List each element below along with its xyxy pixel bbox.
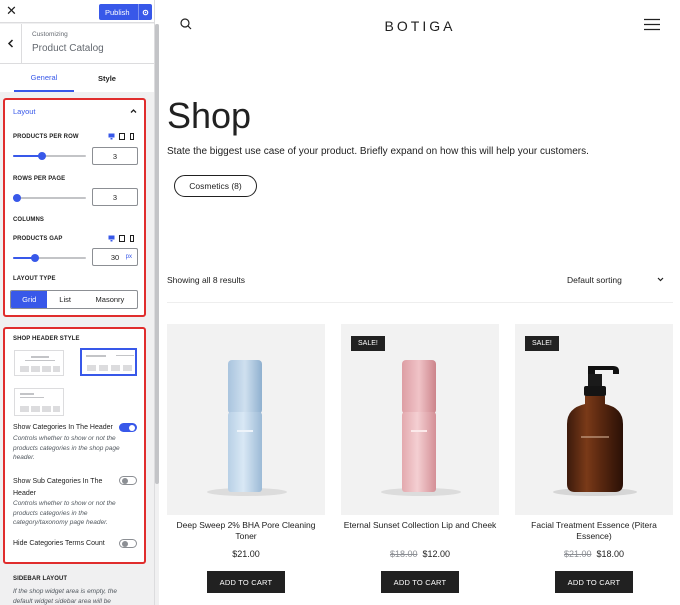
slider-thumb[interactable]: [30, 254, 39, 262]
shop-header-style-label: SHOP HEADER STYLE: [13, 336, 80, 342]
tablet-icon[interactable]: [118, 234, 125, 242]
products-per-row-input[interactable]: 3: [92, 147, 138, 165]
search-icon[interactable]: [180, 18, 192, 30]
customizer-sidebar: ✕ Publish Customizing Product Catalog Ge…: [0, 0, 155, 605]
back-button[interactable]: [0, 24, 22, 63]
chevron-up-icon[interactable]: [130, 108, 137, 114]
header-style-option-3[interactable]: [14, 388, 64, 416]
product-name[interactable]: Facial Treatment Essence (Pitera Essence…: [515, 520, 673, 542]
old-price: $21.00: [563, 549, 592, 559]
layout-type-label: LAYOUT TYPE: [13, 276, 56, 282]
current-price: $12.00: [422, 549, 451, 559]
pump-bottle-image: [553, 366, 637, 496]
header-style-option-1[interactable]: [14, 350, 64, 376]
results-count: Showing all 8 results: [167, 275, 245, 285]
columns-label: COLUMNS: [13, 217, 45, 223]
tab-general[interactable]: General: [14, 64, 74, 92]
publish-button[interactable]: Publish: [99, 4, 152, 20]
old-price: $18.00: [389, 549, 418, 559]
chevron-left-icon: [7, 39, 14, 48]
show-categories-label: Show Categories In The Header: [13, 424, 113, 431]
site-logo[interactable]: BOTIGA: [360, 18, 480, 34]
slider-thumb[interactable]: [12, 194, 21, 202]
rows-per-page-slider[interactable]: [12, 194, 86, 202]
tab-style[interactable]: Style: [80, 64, 134, 92]
device-switcher: [108, 234, 135, 242]
divider: [167, 302, 673, 303]
product-image[interactable]: [167, 324, 325, 515]
section-title: Product Catalog: [32, 43, 104, 54]
lip-cheek-bottle-image: [381, 360, 461, 496]
sorting-select[interactable]: Default sorting: [567, 275, 622, 285]
product-name[interactable]: Deep Sweep 2% BHA Pore Cleaning Toner: [167, 520, 325, 542]
product-price: $18.00 $12.00: [341, 549, 499, 559]
customizer-tabs: General Style: [0, 64, 154, 92]
layout-panel-highlight: [3, 98, 146, 317]
customizer-topbar: ✕ Publish: [0, 0, 154, 23]
show-sub-categories-toggle[interactable]: [119, 476, 137, 485]
rows-per-page-input[interactable]: 3: [92, 188, 138, 206]
product-price: $21.00 $18.00: [515, 549, 673, 559]
customizing-label: Customizing: [32, 31, 68, 38]
sidebar-layout-label: SIDEBAR LAYOUT: [13, 576, 68, 582]
page-description: State the biggest use case of your produ…: [167, 146, 589, 157]
sale-badge: SALE!: [525, 336, 559, 351]
layout-option-list[interactable]: List: [47, 291, 82, 308]
chevron-down-icon[interactable]: [657, 277, 664, 282]
layout-option-grid[interactable]: Grid: [11, 291, 48, 308]
desktop-icon[interactable]: [108, 234, 115, 242]
category-pill[interactable]: Cosmetics (8): [174, 175, 257, 197]
close-icon[interactable]: ✕: [6, 3, 17, 19]
toner-bottle-image: [207, 360, 287, 496]
desktop-icon[interactable]: [108, 132, 115, 140]
layout-option-masonry[interactable]: Masonry: [83, 291, 137, 308]
products-gap-input[interactable]: 30 px: [92, 248, 138, 266]
sale-badge: SALE!: [351, 336, 385, 351]
publish-label: Publish: [105, 7, 130, 17]
product-price: $21.00: [167, 549, 325, 559]
mobile-icon[interactable]: [128, 234, 135, 242]
unit-label[interactable]: px: [126, 254, 132, 260]
mobile-icon[interactable]: [128, 132, 135, 140]
show-categories-toggle[interactable]: [119, 423, 137, 432]
hide-terms-count-label: Hide Categories Terms Count: [13, 540, 105, 547]
page-title: Shop: [167, 95, 252, 136]
current-price: $21.00: [232, 549, 260, 559]
add-to-cart-button[interactable]: ADD TO CART: [207, 571, 285, 593]
products-per-row-label: PRODUCTS PER ROW: [13, 134, 79, 140]
hide-terms-count-toggle[interactable]: [119, 539, 137, 548]
hamburger-menu-icon[interactable]: [644, 18, 660, 31]
products-gap-value: 30: [110, 252, 120, 262]
layout-heading[interactable]: Layout: [13, 107, 36, 116]
header-style-option-2[interactable]: [80, 348, 137, 376]
products-gap-label: PRODUCTS GAP: [13, 236, 63, 242]
rows-per-page-label: ROWS PER PAGE: [13, 176, 66, 182]
product-image[interactable]: SALE!: [341, 324, 499, 515]
show-sub-categories-label: Show Sub Categories In The Header: [13, 478, 103, 497]
section-header: Customizing Product Catalog: [0, 24, 154, 64]
show-categories-desc: Controls whether to show or not the prod…: [13, 435, 120, 461]
current-price: $18.00: [596, 549, 625, 559]
product-image[interactable]: SALE!: [515, 324, 673, 515]
product-name[interactable]: Eternal Sunset Collection Lip and Cheek: [341, 520, 499, 531]
products-gap-slider[interactable]: [13, 254, 86, 262]
device-switcher: [108, 132, 135, 140]
gear-icon[interactable]: [138, 4, 152, 20]
sidebar-scrollbar-thumb[interactable]: [155, 24, 159, 484]
products-per-row-slider[interactable]: [13, 152, 86, 160]
sidebar-layout-desc: If the shop widget area is empty, the de…: [13, 588, 117, 605]
layout-type-selector: Grid List Masonry: [10, 290, 138, 309]
add-to-cart-button[interactable]: ADD TO CART: [381, 571, 459, 593]
show-sub-categories-desc: Controls whether to show or not the prod…: [13, 500, 116, 526]
add-to-cart-button[interactable]: ADD TO CART: [555, 571, 633, 593]
tablet-icon[interactable]: [118, 132, 125, 140]
